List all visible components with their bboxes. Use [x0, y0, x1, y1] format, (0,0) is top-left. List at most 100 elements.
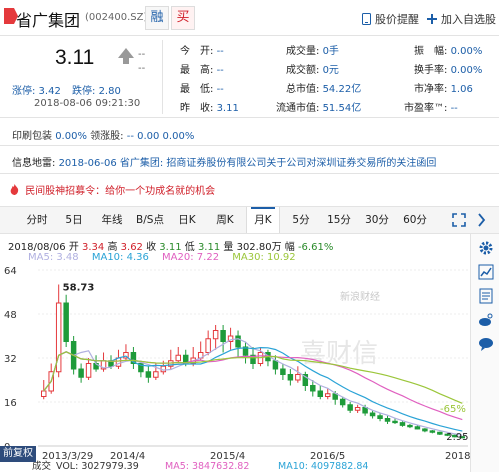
candle-body — [85, 363, 92, 378]
quote-field: 市净率: 1.06 — [414, 84, 473, 95]
stock-header: 省广集团 (002400.SZ) 融 买 股价提醒 加入自选股 — [0, 0, 499, 36]
quote-time: 2018-08-06 09:21:30 — [34, 98, 141, 109]
sector-row: 印刷包装 0.00% 领涨股: -- 0.00 0.00% — [0, 118, 499, 146]
quote-field: 换手率: 0.00% — [414, 65, 483, 76]
min-price-label: 2.95 — [446, 432, 468, 443]
price-alert-link[interactable]: 股价提醒 — [362, 11, 419, 27]
phone-icon — [362, 13, 371, 26]
quote-field: 成交量: 0手 — [286, 46, 339, 57]
tab-15min[interactable]: 15分 — [324, 207, 354, 233]
plus-icon — [427, 13, 437, 26]
sector-change: 0.00% — [55, 131, 87, 142]
quote-panel: 3.11 -- -- 涨停: 3.42 跌停: 2.80 2018-08-06 … — [0, 36, 499, 118]
weibo-icon[interactable] — [478, 312, 494, 328]
candle-body — [153, 371, 159, 378]
candle-body — [437, 431, 443, 435]
info-mine-label: 信息地雷: — [12, 158, 56, 169]
price-alert-label: 股价提醒 — [375, 13, 419, 26]
tab-bs-point[interactable]: B/S点 — [133, 207, 167, 233]
quote-field: 最 高: -- — [180, 65, 224, 76]
candle-body — [324, 393, 331, 397]
candle-body — [377, 415, 383, 419]
promo-banner[interactable]: 民间股神招募令：给你一个功成名就的机会 — [0, 174, 499, 202]
candle-body — [369, 412, 376, 417]
chart-tabs: 分时 5日 年线 B/S点 日K 周K 月K 5分 15分 30分 60分 — [0, 206, 499, 234]
candle-body — [414, 426, 421, 430]
quote-field: 市盈率™: -- — [404, 103, 458, 114]
x-tick-label: 2018/8/6 — [445, 451, 470, 462]
candle-body — [40, 390, 47, 397]
quote-field: 总市值: 54.22亿 — [286, 84, 362, 95]
fire-icon — [10, 184, 22, 197]
buy-tag-button[interactable]: 买 — [171, 6, 195, 30]
watermark-text: 喜财信 — [300, 339, 378, 369]
price-change: -- — [138, 49, 146, 60]
candle-body — [347, 404, 353, 411]
chat-icon[interactable] — [478, 336, 494, 352]
add-watchlist-label: 加入自选股 — [441, 13, 496, 26]
candle-body — [422, 428, 428, 432]
tab-year[interactable]: 年线 — [97, 207, 127, 233]
quote-field: 今 开: -- — [180, 46, 224, 57]
adjust-price-button[interactable]: 前复权 — [0, 446, 36, 462]
add-watchlist-link[interactable]: 加入自选股 — [427, 11, 496, 27]
quote-field: 流通市值: 51.54亿 — [276, 103, 362, 114]
tab-60min[interactable]: 60分 — [400, 207, 430, 233]
tab-daily-k[interactable]: 日K — [174, 207, 200, 233]
pct-label: -65% — [440, 404, 466, 415]
margin-tag-button[interactable]: 融 — [145, 6, 169, 30]
tab-monthly-k[interactable]: 月K — [246, 207, 280, 233]
kline-chart[interactable]: 644832160新浪财经喜财信58.732.95-65%2013/3/2920… — [0, 262, 490, 472]
chart-icon[interactable] — [478, 264, 494, 280]
candle-body — [392, 420, 398, 424]
candle-body — [78, 368, 84, 378]
y-tick-label: 48 — [4, 310, 17, 321]
document-icon[interactable] — [478, 288, 494, 304]
limit-prices: 涨停: 3.42 跌停: 2.80 — [12, 82, 129, 97]
info-mine-link[interactable]: 2018-06-06 省广集团: 招商证券股份有限公司关于公司对深圳证券交易所的… — [59, 158, 437, 169]
candle-body — [354, 407, 361, 411]
y-tick-label: 32 — [4, 354, 17, 365]
limit-down: 跌停: 2.80 — [72, 86, 121, 97]
info-mine-row: 信息地雷: 2018-06-06 省广集团: 招商证券股份有限公司关于公司对深圳… — [0, 146, 499, 174]
sector-name[interactable]: 印刷包装 — [12, 131, 52, 142]
tab-intraday[interactable]: 分时 — [22, 207, 52, 233]
tab-weekly-k[interactable]: 周K — [210, 207, 240, 233]
quote-field: 振 幅: 0.00% — [414, 46, 483, 57]
candle-body — [212, 330, 219, 340]
up-arrow-icon — [118, 48, 134, 64]
candle-body — [407, 424, 413, 428]
vol-value-label: VOL: 3027979.39 — [56, 461, 139, 472]
vol-ma10-label: MA10: 4097882.84 — [278, 461, 368, 472]
more-icon[interactable] — [478, 213, 492, 227]
candle-body — [317, 390, 324, 397]
tab-30min[interactable]: 30分 — [362, 207, 392, 233]
candle-body — [310, 385, 316, 392]
candle-body — [220, 330, 226, 342]
flag-icon — [4, 8, 18, 24]
tab-5min[interactable]: 5分 — [288, 207, 314, 233]
y-tick-label: 64 — [4, 266, 17, 277]
max-price-label: 58.73 — [63, 282, 95, 293]
candle-body — [272, 360, 279, 370]
quote-field: 成交额: 0元 — [286, 65, 339, 76]
tab-5day[interactable]: 5日 — [60, 207, 88, 233]
candle-body — [384, 418, 391, 422]
gear-icon[interactable] — [478, 240, 494, 256]
quote-field: 最 低: -- — [180, 84, 224, 95]
fullscreen-icon[interactable] — [452, 213, 466, 227]
right-toolbar — [470, 234, 499, 472]
candle-body — [287, 374, 294, 381]
candle-body — [63, 302, 69, 342]
candle-body — [145, 371, 152, 378]
candle-body — [399, 422, 406, 426]
divider — [162, 40, 163, 114]
candle-body — [295, 374, 301, 381]
candle-body — [429, 430, 436, 433]
price-change-pct: -- — [138, 63, 146, 74]
candle-body — [339, 398, 346, 406]
stock-name: 省广集团 — [16, 13, 81, 30]
quote-field: 昨 收: 3.11 — [180, 103, 239, 114]
candle-body — [280, 368, 286, 375]
leading-stock-value: -- 0.00 0.00% — [126, 131, 195, 142]
